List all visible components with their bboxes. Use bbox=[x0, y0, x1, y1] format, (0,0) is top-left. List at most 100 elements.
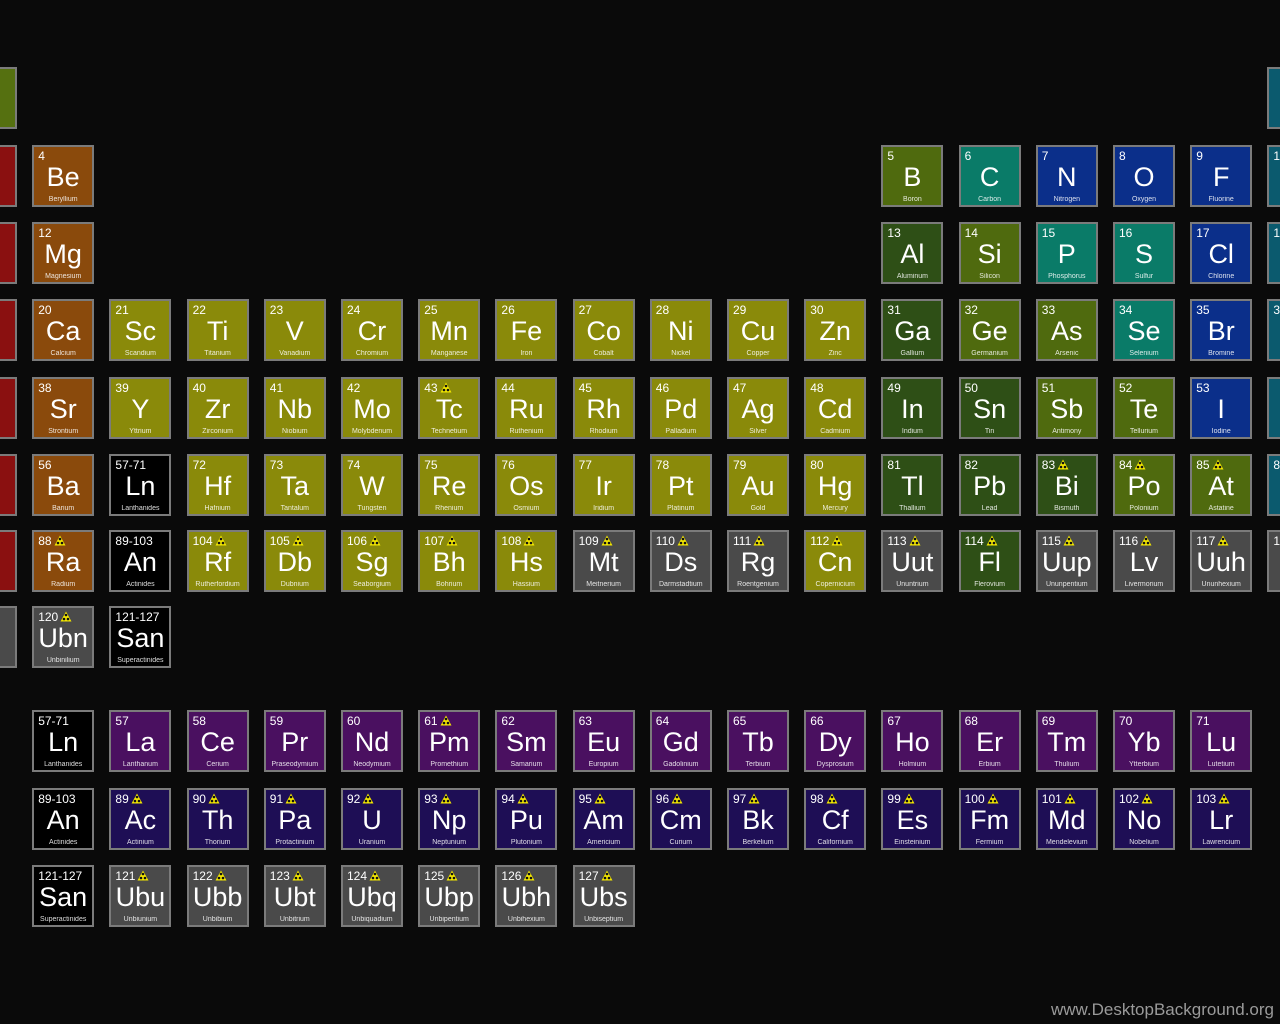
atomic-number-text: 100 bbox=[964, 792, 985, 806]
radioactive-icon bbox=[987, 793, 999, 804]
element-name: Livermorium bbox=[1124, 581, 1164, 588]
element-tile: 46 Pd Palladium bbox=[649, 377, 712, 439]
atomic-number-text: 75 bbox=[424, 458, 438, 472]
atomic-number-text: 59 bbox=[269, 714, 284, 728]
element-name: Lead bbox=[981, 505, 998, 512]
element-tile: n bbox=[0, 299, 17, 361]
element-tile: 64 Gd Gadolinium bbox=[649, 710, 712, 772]
element-name: Mercury bbox=[822, 505, 848, 512]
atomic-number-text: 9 bbox=[1196, 149, 1203, 163]
element-symbol: Mo bbox=[353, 394, 391, 424]
element-name: Unbihexium bbox=[507, 916, 545, 923]
element-tile: 9 F Fluorine bbox=[1190, 145, 1253, 207]
element-name: Arsenic bbox=[1055, 350, 1079, 357]
element-symbol: Ba bbox=[46, 471, 80, 501]
element-tile: 31 Ga Gallium bbox=[881, 299, 944, 361]
element-name: Copper bbox=[746, 350, 770, 357]
element-name: Unbipentium bbox=[429, 916, 469, 923]
atomic-number-text: 109 bbox=[578, 534, 599, 548]
element-symbol: Pm bbox=[428, 727, 470, 757]
element-tile: 43 Tc Technetium bbox=[418, 377, 481, 439]
element-tile: a bbox=[0, 222, 17, 284]
atomic-number-text: 53 bbox=[1196, 381, 1210, 395]
element-name: Copernicium bbox=[815, 581, 855, 588]
element-name: Chlorine bbox=[1208, 273, 1235, 280]
element-symbol: e bbox=[0, 623, 15, 654]
element-tile: 108 Hs Hassium bbox=[495, 530, 558, 592]
element-tile: n bbox=[0, 530, 17, 592]
element-name: Carbon bbox=[978, 196, 1002, 203]
radioactive-icon bbox=[1134, 459, 1146, 470]
element-tile: 112 Cn Copernicium bbox=[804, 530, 867, 592]
element-name: Roentgenium bbox=[737, 581, 779, 588]
element-symbol: As bbox=[1051, 316, 1083, 346]
element-name: Flerovium bbox=[974, 581, 1005, 588]
atomic-number-text: 114 bbox=[964, 534, 984, 548]
element-symbol: Bk bbox=[742, 805, 774, 835]
element-symbol: Sm bbox=[506, 727, 547, 757]
radioactive-icon bbox=[362, 793, 374, 804]
element-symbol: Fl bbox=[978, 547, 1001, 577]
element-tile: 47 Ag Silver bbox=[727, 377, 789, 439]
element-tile: 124 Ubq Unbiquadium bbox=[341, 865, 403, 927]
element-symbol: Pd bbox=[664, 394, 698, 424]
element-name: Silicon bbox=[979, 273, 1000, 280]
atomic-number-text: 8 bbox=[1273, 458, 1280, 472]
atomic-number-text: 57-71 bbox=[115, 458, 147, 472]
element-tile: 1U bbox=[1267, 530, 1280, 592]
element-name: Ytterbium bbox=[1129, 761, 1159, 768]
atomic-number-text: 121-127 bbox=[38, 869, 83, 883]
radioactive-icon bbox=[369, 535, 381, 546]
element-tile: 41 Nb Niobium bbox=[263, 377, 326, 439]
element-name: Oxygen bbox=[1131, 196, 1157, 203]
element-symbol: Sr bbox=[49, 394, 77, 424]
element-symbol: V bbox=[285, 316, 304, 346]
element-name: Actinides bbox=[48, 839, 78, 846]
element-symbol: P bbox=[1057, 239, 1076, 269]
element-name: Unbinilium bbox=[46, 657, 80, 664]
element-tile: 53 I Iodine bbox=[1190, 377, 1253, 439]
element-tile: 105 Db Dubnium bbox=[263, 530, 326, 592]
element-symbol: Uut bbox=[891, 547, 934, 577]
element-tile: 88 Ra Radium bbox=[32, 530, 95, 592]
atomic-number-text: 80 bbox=[810, 458, 824, 472]
element-name: Americium bbox=[587, 839, 621, 846]
element-symbol: Ag bbox=[741, 394, 775, 424]
atomic-number-text: 63 bbox=[578, 714, 592, 728]
element-tile: 57-71 Ln Lanthanides bbox=[32, 710, 95, 772]
element-symbol: Be bbox=[46, 162, 80, 192]
element-name: Bromine bbox=[1208, 350, 1235, 357]
element-tile: 78 Pt Platinum bbox=[649, 454, 712, 516]
element-symbol: Db bbox=[277, 547, 313, 577]
element-tile: 109 Mt Meitnerium bbox=[572, 530, 635, 592]
element-symbol: Ubp bbox=[424, 882, 474, 912]
element-symbol: Ga bbox=[894, 316, 931, 346]
radioactive-icon bbox=[1057, 459, 1069, 470]
element-name: Cobalt bbox=[593, 350, 614, 357]
atomic-number-text: 23 bbox=[269, 303, 284, 317]
element-tile: 84 Po Polonium bbox=[1113, 454, 1175, 516]
element-tile: 95 Am Americium bbox=[572, 788, 635, 850]
radioactive-icon bbox=[523, 535, 535, 546]
element-tile: 23 V Vanadium bbox=[263, 299, 326, 361]
radioactive-icon bbox=[1141, 793, 1153, 804]
element-symbol: Np bbox=[431, 805, 467, 835]
element-name: Astatine bbox=[1208, 505, 1234, 512]
element-tile: 97 Bk Berkelium bbox=[727, 788, 789, 850]
element-symbol: Cm bbox=[659, 805, 702, 835]
element-name: Technetium bbox=[431, 428, 468, 435]
element-tile: 60 Nd Neodymium bbox=[341, 710, 403, 772]
element-tile: 48 Cd Cadmium bbox=[804, 377, 867, 439]
element-name: Iodine bbox=[1211, 428, 1231, 435]
atomic-number: 1 bbox=[1273, 150, 1280, 163]
atomic-number-text: 121-127 bbox=[115, 610, 160, 624]
element-name: Iron bbox=[520, 350, 533, 357]
element-tile: o bbox=[0, 377, 17, 439]
element-tile: 33 As Arsenic bbox=[1035, 299, 1098, 361]
atomic-number-text: 41 bbox=[269, 381, 284, 395]
atomic-number: 3 bbox=[1273, 304, 1280, 317]
radioactive-icon bbox=[440, 382, 452, 393]
element-name: Unbitrium bbox=[279, 916, 310, 923]
atomic-number-text: 102 bbox=[1119, 792, 1140, 806]
atomic-number-text: 90 bbox=[192, 792, 206, 806]
